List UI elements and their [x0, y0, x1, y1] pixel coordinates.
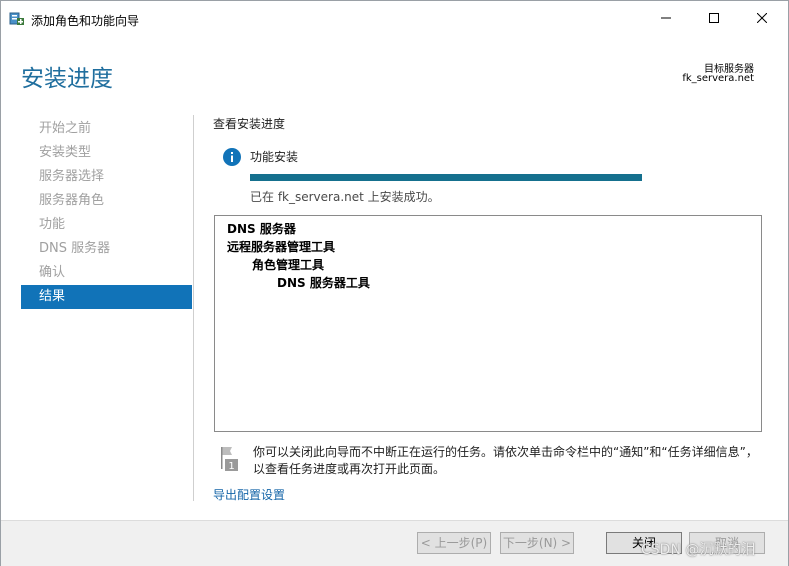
notification-flag-icon: 1 — [218, 445, 240, 473]
server-manager-icon — [9, 12, 25, 26]
nav-item-results[interactable]: 结果 — [21, 285, 192, 309]
nav-divider — [193, 115, 194, 501]
target-server-value: fk_servera.net — [682, 73, 754, 84]
results-list[interactable]: DNS 服务器远程服务器管理工具角色管理工具 DNS 服务器工具 — [214, 215, 762, 432]
close-icon — [757, 13, 767, 23]
nav-item-server-selection: 服务器选择 — [39, 169, 105, 184]
nav-item-dns-server: DNS 服务器 — [39, 241, 111, 256]
previous-button[interactable]: < 上一步(P) — [417, 532, 491, 554]
notification-badge: 1 — [228, 461, 234, 472]
export-configuration-link[interactable]: 导出配置设置 — [213, 486, 285, 503]
result-item: DNS 服务器工具 — [277, 276, 370, 290]
install-progress-bar — [250, 174, 642, 181]
nav-item-server-roles: 服务器角色 — [39, 193, 105, 208]
feature-install-label: 功能安装 — [250, 150, 299, 164]
nav-item-features: 功能 — [39, 217, 66, 232]
result-item: DNS 服务器 — [227, 222, 296, 236]
page-title: 安装进度 — [21, 66, 113, 92]
nav-item-installation-type: 安装类型 — [39, 145, 92, 160]
wizard-window: 添加角色和功能向导 安装进度 目标服务器 fk_servera.net 开始之前… — [0, 0, 789, 566]
close-wizard-note: 你可以关闭此向导而不中断正在运行的任务。请依次单击命令栏中的“通知”和“任务详细… — [253, 445, 758, 476]
title-bar[interactable]: 添加角色和功能向导 — [1, 1, 788, 35]
maximize-icon — [709, 13, 719, 23]
info-icon — [223, 148, 241, 166]
install-progress-fill — [250, 174, 642, 181]
nav-item-confirmation: 确认 — [39, 265, 66, 280]
minimize-button[interactable] — [643, 1, 689, 35]
minimize-icon — [661, 17, 671, 19]
nav-item-before-you-begin: 开始之前 — [39, 121, 92, 136]
section-title: 查看安装进度 — [213, 117, 286, 131]
next-button[interactable]: 下一步(N) > — [500, 532, 574, 554]
result-item: 角色管理工具 — [252, 258, 325, 272]
result-item: 远程服务器管理工具 — [227, 240, 336, 254]
wizard-steps-nav: 开始之前 安装类型 服务器选择 服务器角色 功能 DNS 服务器 确认 结果 — [21, 117, 192, 309]
window-title: 添加角色和功能向导 — [31, 14, 140, 28]
close-window-button[interactable] — [739, 1, 785, 35]
wizard-header: 安装进度 目标服务器 fk_servera.net — [1, 35, 788, 113]
install-status-text: 已在 fk_servera.net 上安装成功。 — [250, 190, 440, 204]
wizard-footer: < 上一步(P) 下一步(N) > 关闭 取消 CSDN @沉默的泪 — [1, 520, 788, 566]
watermark: CSDN @沉默的泪 — [641, 542, 756, 558]
maximize-button[interactable] — [691, 1, 737, 35]
